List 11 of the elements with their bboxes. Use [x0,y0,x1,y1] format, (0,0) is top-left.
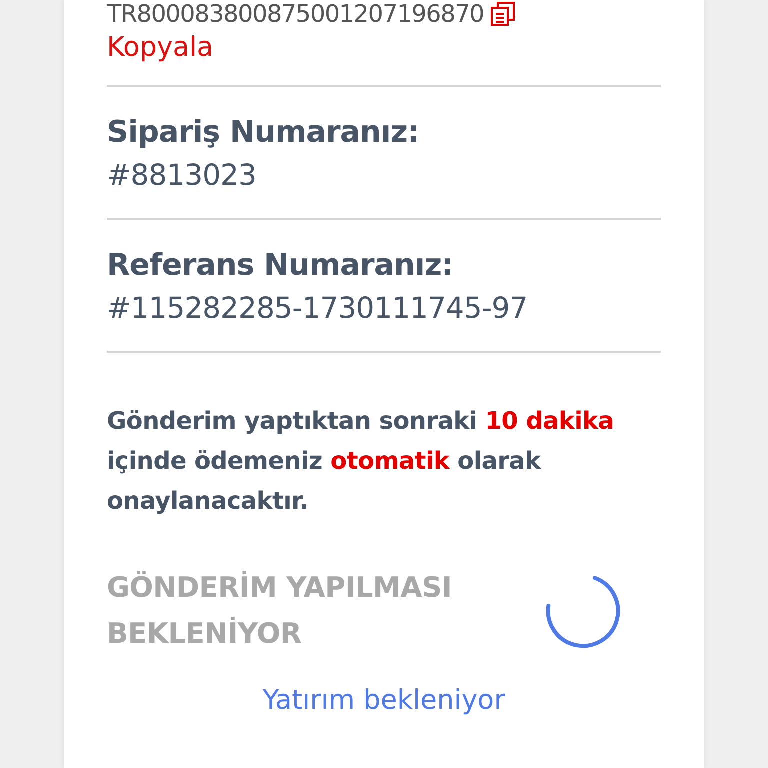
field-label: Referans Numaranız: [107,248,454,283]
notice-text: Gönderim yaptıktan sonraki 10 dakika içinde ödemeniz otomatik olarak onaylanacaktır. [107,406,616,517]
field-label: Sipariş Numaranız: [107,115,420,150]
waiting-title: GÖNDERİM YAPILMASI BEKLENİYOR [107,570,453,652]
loading-spinner-icon [545,573,621,649]
field-value: #115282285-1730111745-97 [107,291,529,325]
field-value: #8813023 [107,158,258,192]
status-text: Yatırım bekleniyor [262,685,506,716]
iban-number: TR800083800875001207196870 [107,0,484,28]
copy-link[interactable]: Kopyala [107,32,214,63]
copy-icon[interactable] [490,1,516,27]
